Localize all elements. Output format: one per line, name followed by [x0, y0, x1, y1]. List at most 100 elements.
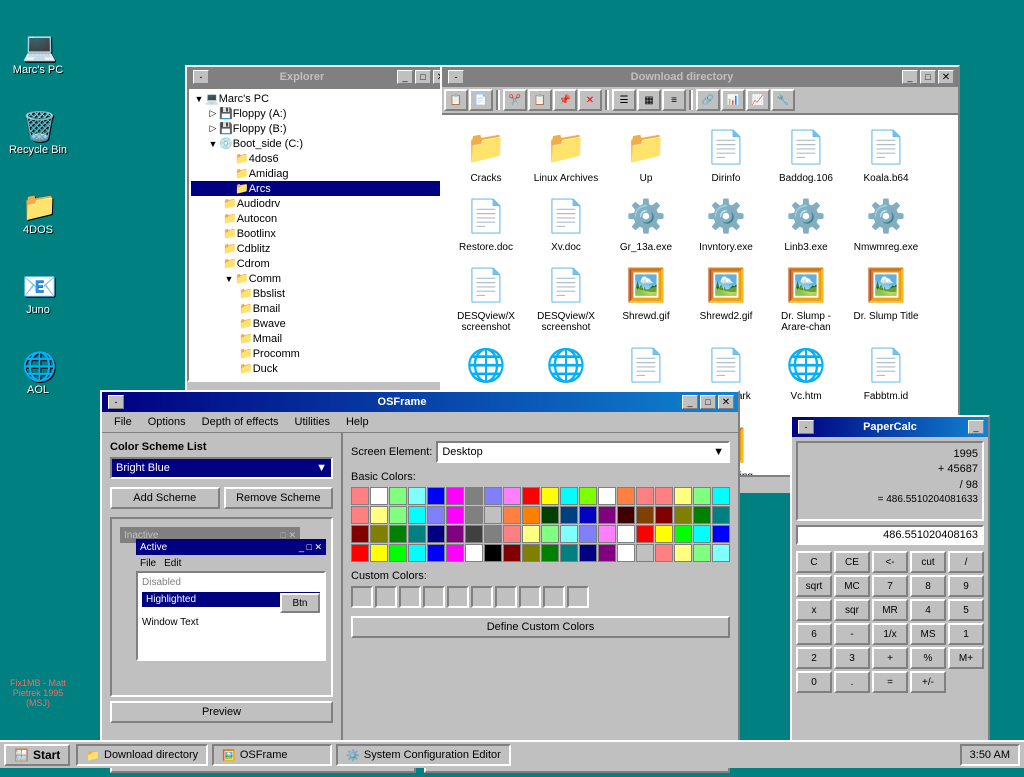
calc-btn-c[interactable]: C — [796, 551, 832, 573]
color-swatch-50[interactable] — [541, 525, 559, 543]
file-icon-5[interactable]: 📄 Koala.b64 — [846, 119, 926, 188]
color-swatch-27[interactable] — [484, 506, 502, 524]
file-icon-7[interactable]: 📄 Xv.doc — [526, 188, 606, 257]
color-swatch-0[interactable] — [351, 487, 369, 505]
taskbar-item-download[interactable]: 📁 Download directory — [76, 744, 208, 766]
color-swatch-52[interactable] — [579, 525, 597, 543]
color-swatch-72[interactable] — [579, 544, 597, 562]
tree-item-bootlinx[interactable]: 📁 Bootlinx — [191, 226, 449, 241]
menu-options[interactable]: Options — [140, 414, 194, 430]
calc-btn-4[interactable]: 4 — [910, 599, 946, 621]
color-swatch-9[interactable] — [522, 487, 540, 505]
color-swatch-67[interactable] — [484, 544, 502, 562]
calc-btn----[interactable]: +/- — [910, 671, 946, 693]
tb-btn-view3[interactable]: ≡ — [662, 89, 686, 111]
custom-swatch-7[interactable] — [495, 586, 517, 608]
calc-btn--[interactable]: % — [910, 647, 946, 669]
calc-btn-sqr[interactable]: sqr — [834, 599, 870, 621]
osframe-menu-btn[interactable]: - — [108, 395, 124, 409]
file-icon-16[interactable]: 🖼️ Dr. Slump - Arare-chan — [766, 257, 846, 337]
osframe-close-btn[interactable]: ✕ — [718, 395, 734, 409]
tree-item-cdblitz[interactable]: 📁 Cdblitz — [191, 241, 449, 256]
color-swatch-35[interactable] — [636, 506, 654, 524]
color-swatch-48[interactable] — [503, 525, 521, 543]
color-swatch-44[interactable] — [427, 525, 445, 543]
tree-item-arcs[interactable]: 📁 Arcs — [191, 181, 449, 196]
tb-btn-delete[interactable]: ✕ — [578, 89, 602, 111]
tb-btn-6[interactable]: 📊 — [721, 89, 745, 111]
color-swatch-3[interactable] — [408, 487, 426, 505]
color-swatch-69[interactable] — [522, 544, 540, 562]
tree-item-audiodrv[interactable]: 📁 Audiodrv — [191, 196, 449, 211]
file-icon-1[interactable]: 📁 Linux Archives — [526, 119, 606, 188]
color-swatch-70[interactable] — [541, 544, 559, 562]
color-swatch-33[interactable] — [598, 506, 616, 524]
color-swatch-57[interactable] — [674, 525, 692, 543]
tb-btn-1[interactable]: 📋 — [444, 89, 468, 111]
custom-swatch-6[interactable] — [471, 586, 493, 608]
add-scheme-btn[interactable]: Add Scheme — [110, 487, 220, 509]
color-swatch-21[interactable] — [370, 506, 388, 524]
download-close-btn[interactable]: ✕ — [938, 70, 954, 84]
custom-swatch-2[interactable] — [375, 586, 397, 608]
tree-item-mmail[interactable]: 📁 Mmail — [191, 331, 449, 346]
explorer-minimize-btn[interactable]: _ — [397, 70, 413, 84]
tb-btn-view2[interactable]: ▦ — [637, 89, 661, 111]
file-icon-9[interactable]: ⚙️ Invntory.exe — [686, 188, 766, 257]
color-swatch-78[interactable] — [693, 544, 711, 562]
color-swatch-10[interactable] — [541, 487, 559, 505]
explorer-menu-btn[interactable]: - — [193, 70, 209, 84]
tree-item-bwave[interactable]: 📁 Bwave — [191, 316, 449, 331]
menu-file[interactable]: File — [106, 414, 140, 430]
color-swatch-8[interactable] — [503, 487, 521, 505]
color-swatch-23[interactable] — [408, 506, 426, 524]
start-button[interactable]: 🪟 Start — [4, 744, 70, 766]
color-swatch-2[interactable] — [389, 487, 407, 505]
tree-item-duck[interactable]: 📁 Duck — [191, 361, 449, 376]
desktop-icon-juno[interactable]: 📧 Juno — [8, 270, 68, 316]
calc-btn-3[interactable]: 3 — [834, 647, 870, 669]
calc-btn-mc[interactable]: MC — [834, 575, 870, 597]
calc-btn-1[interactable]: 1 — [948, 623, 984, 645]
color-swatch-26[interactable] — [465, 506, 483, 524]
download-menu-btn[interactable]: - — [448, 70, 464, 84]
color-swatch-28[interactable] — [503, 506, 521, 524]
color-swatch-12[interactable] — [579, 487, 597, 505]
calc-btn-7[interactable]: 7 — [872, 575, 908, 597]
calc-btn-ce[interactable]: CE — [834, 551, 870, 573]
calc-btn--[interactable]: = — [872, 671, 908, 693]
color-swatch-38[interactable] — [693, 506, 711, 524]
color-swatch-58[interactable] — [693, 525, 711, 543]
color-swatch-54[interactable] — [617, 525, 635, 543]
color-swatch-46[interactable] — [465, 525, 483, 543]
file-icon-3[interactable]: 📄 Dirinfo — [686, 119, 766, 188]
calc-btn--[interactable]: + — [872, 647, 908, 669]
color-swatch-7[interactable] — [484, 487, 502, 505]
file-icon-4[interactable]: 📄 Baddog.106 — [766, 119, 846, 188]
file-icon-6[interactable]: 📄 Restore.doc — [446, 188, 526, 257]
calc-btn-m-[interactable]: M+ — [948, 647, 984, 669]
color-swatch-59[interactable] — [712, 525, 730, 543]
file-icon-23[interactable]: 📄 Fabbtm.id — [846, 337, 926, 417]
tb-btn-paste[interactable]: 📌 — [553, 89, 577, 111]
calc-btn-0[interactable]: 0 — [796, 671, 832, 693]
color-swatch-55[interactable] — [636, 525, 654, 543]
color-swatch-76[interactable] — [655, 544, 673, 562]
tb-btn-7[interactable]: 📈 — [746, 89, 770, 111]
color-swatch-41[interactable] — [370, 525, 388, 543]
papercalc-menu-btn[interactable]: - — [798, 420, 814, 434]
explorer-maximize-btn[interactable]: □ — [415, 70, 431, 84]
custom-swatch-1[interactable] — [351, 586, 373, 608]
color-swatch-37[interactable] — [674, 506, 692, 524]
file-icon-13[interactable]: 📄 DESQview/X screenshot — [526, 257, 606, 337]
tree-item-procomm[interactable]: 📁 Procomm — [191, 346, 449, 361]
color-swatch-64[interactable] — [427, 544, 445, 562]
tree-item-comm[interactable]: ▼ 📁 Comm — [191, 271, 449, 286]
tree-item-floppya[interactable]: ▷ 💾 Floppy (A:) — [191, 106, 449, 121]
file-icon-14[interactable]: 🖼️ Shrewd.gif — [606, 257, 686, 337]
tree-item-amidiag[interactable]: 📁 Amidiag — [191, 166, 449, 181]
color-swatch-16[interactable] — [655, 487, 673, 505]
color-swatch-51[interactable] — [560, 525, 578, 543]
color-swatch-11[interactable] — [560, 487, 578, 505]
file-icon-2[interactable]: 📁 Up — [606, 119, 686, 188]
